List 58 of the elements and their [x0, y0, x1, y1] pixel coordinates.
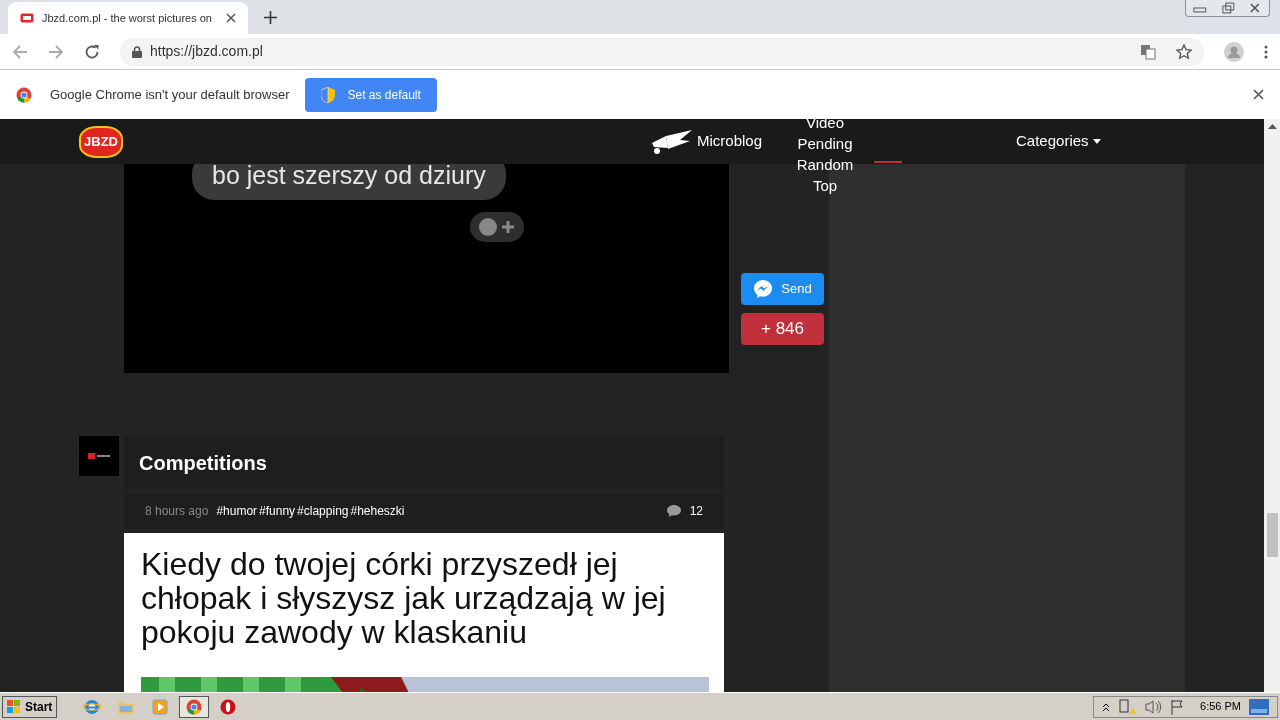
chrome-icon: [186, 698, 203, 715]
infobar-message: Google Chrome isn't your default browser: [50, 85, 290, 104]
flag-icon: [1170, 698, 1185, 715]
lock-icon: [132, 45, 142, 58]
messenger-icon: [753, 279, 774, 299]
profile-avatar-icon[interactable]: [1224, 41, 1244, 62]
browser-e-icon: [83, 697, 102, 716]
clock: 6:56 PM: [1200, 699, 1241, 715]
post-time: 8 hours ago: [145, 503, 209, 520]
site-logo[interactable]: JBZD: [79, 125, 123, 158]
back-icon[interactable]: [12, 43, 28, 60]
author-avatar[interactable]: [79, 436, 119, 476]
megaphone-icon: [650, 128, 692, 155]
scrollbar[interactable]: [1264, 119, 1280, 692]
vote-button[interactable]: + 846: [741, 313, 824, 345]
post-title[interactable]: Competitions: [139, 447, 267, 478]
speaker-icon: [1144, 698, 1163, 715]
address-bar[interactable]: https://jbzd.com.pl: [120, 37, 1204, 66]
tag-link[interactable]: #funny: [259, 502, 296, 520]
emoji-react-icon: [470, 212, 524, 242]
chevron-up-icon: [1102, 701, 1111, 712]
star-icon[interactable]: [1176, 43, 1192, 60]
comment-icon[interactable]: [665, 504, 682, 518]
microblog-link[interactable]: Microblog: [697, 130, 763, 153]
active-nav-underline: [874, 161, 902, 163]
network-warning-icon: [1118, 698, 1137, 715]
logo-icon: [88, 453, 110, 459]
menu-icon[interactable]: [1264, 44, 1268, 59]
close-icon[interactable]: [1253, 89, 1264, 100]
site-favicon: [20, 13, 34, 23]
caret-icon: [1092, 139, 1101, 144]
browser-tab[interactable]: Jbzd.com.pl - the worst pictures on: [8, 2, 248, 34]
categories-dropdown[interactable]: Categories: [1016, 130, 1101, 153]
tag-link[interactable]: #clapping: [297, 502, 349, 520]
nav-link[interactable]: Random: [796, 154, 854, 175]
comment-count: 12: [689, 503, 703, 520]
play-icon: [152, 698, 169, 715]
forward-icon[interactable]: [48, 43, 64, 60]
opera-icon: [220, 698, 237, 715]
url-text: https://jbzd.com.pl: [150, 42, 264, 61]
tab-title: Jbzd.com.pl - the worst pictures on: [42, 10, 213, 26]
start-button[interactable]: Start: [2, 695, 58, 718]
show-desktop-icon: [1249, 698, 1269, 715]
scroll-thumb[interactable]: [1266, 513, 1278, 557]
chat-bubble: bo jest szerszy od dziury: [192, 164, 506, 200]
tag-link[interactable]: #heheszki: [350, 502, 405, 520]
windows-logo-icon: [7, 699, 21, 714]
nav-link[interactable]: Top: [812, 175, 838, 196]
meme-caption: Kiedy do twojej córki przyszedł jej chłopak i słyszysz jak urządzają w jej pokoju zawody w klaskaniu: [141, 547, 667, 649]
tag-link[interactable]: #humor: [216, 502, 258, 520]
taskbar-app-button[interactable]: [179, 695, 210, 718]
new-tab-icon[interactable]: [264, 11, 277, 24]
nav-link[interactable]: Pending: [797, 133, 853, 154]
set-default-button[interactable]: Set as default: [305, 77, 437, 112]
shield-icon: [321, 86, 336, 103]
close-icon[interactable]: [226, 13, 236, 23]
chrome-icon: [16, 86, 32, 103]
reload-icon[interactable]: [84, 43, 100, 60]
